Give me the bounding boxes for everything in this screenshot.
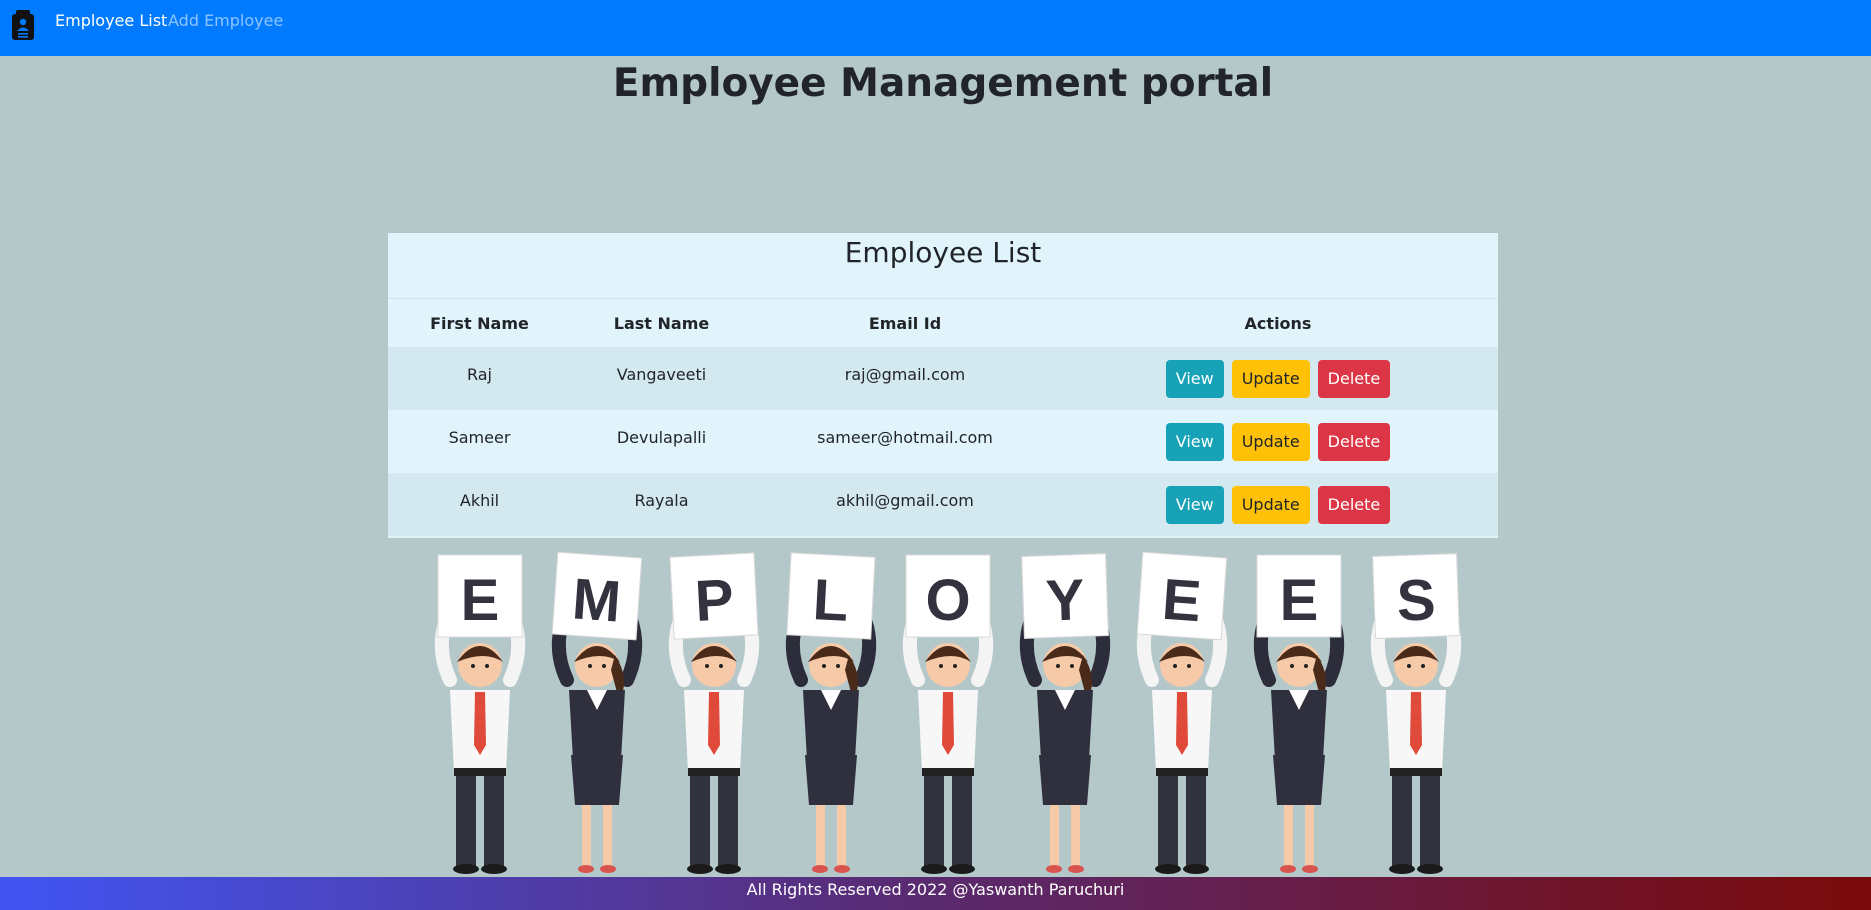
person-holding-letter-1: E [434, 554, 526, 874]
person-holding-letter-6: Y [1019, 553, 1111, 873]
person-holding-letter-4: L [785, 552, 877, 873]
employee-table: First Name Last Name Email Id Actions Ra… [388, 299, 1498, 536]
view-button[interactable]: View [1165, 359, 1224, 398]
person-holding-letter-8: E [1253, 554, 1345, 873]
update-button[interactable]: Update [1231, 422, 1310, 461]
footer: All Rights Reserved 2022 @Yaswanth Paruc… [0, 877, 1871, 910]
person-holding-letter-5: O [902, 554, 994, 874]
last-name-cell: Rayala [634, 491, 689, 510]
letter-card-text: E [1160, 567, 1203, 635]
person-holding-letter-9: S [1370, 553, 1462, 874]
actions-cell: View Update Delete [1058, 347, 1498, 410]
actions-cell: View Update Delete [1058, 473, 1498, 536]
first-name-cell: Akhil [459, 491, 500, 510]
letter-card-text: E [461, 568, 500, 633]
actions-cell: View Update Delete [1058, 410, 1498, 473]
first-name-cell: Sameer [448, 428, 511, 447]
column-header-last-name: Last Name [613, 313, 710, 333]
delete-button[interactable]: Delete [1317, 422, 1391, 461]
view-button[interactable]: View [1165, 485, 1224, 524]
letter-card-text: S [1396, 567, 1437, 633]
table-row: Akhil Rayala akhil@gmail.com View Update D… [388, 473, 1498, 536]
letter-card-text: P [693, 567, 735, 634]
email-cell: akhil@gmail.com [836, 491, 974, 510]
column-header-email: Email Id [868, 313, 942, 333]
employee-list-card: Employee List First Name Last Name Email… [388, 233, 1498, 538]
nav-add-employee[interactable]: Add Employee [168, 11, 283, 30]
letter-card-text: M [570, 566, 623, 634]
delete-button[interactable]: Delete [1317, 485, 1391, 524]
employees-illustration: EMPLOYEES [434, 551, 1462, 874]
update-button[interactable]: Update [1231, 485, 1310, 524]
person-holding-letter-2: M [551, 551, 643, 873]
last-name-cell: Vangaveeti [616, 365, 707, 384]
first-name-cell: Raj [466, 365, 492, 384]
table-row: Sameer Devulapalli sameer@hotmail.com Vi… [388, 410, 1498, 473]
navbar: Employee List Add Employee [0, 0, 1871, 56]
update-button[interactable]: Update [1231, 359, 1310, 398]
nav-employee-list[interactable]: Employee List [55, 11, 167, 30]
delete-button[interactable]: Delete [1317, 359, 1391, 398]
email-cell: raj@gmail.com [844, 365, 966, 384]
letter-card-text: L [811, 567, 850, 634]
card-title: Employee List [388, 233, 1498, 299]
table-header-row: First Name Last Name Email Id Actions [388, 299, 1498, 347]
person-holding-letter-7: E [1136, 551, 1228, 874]
letter-card-text: Y [1045, 567, 1086, 633]
badge-icon[interactable] [12, 10, 34, 40]
table-row: Raj Vangaveeti raj@gmail.com View Update D… [388, 347, 1498, 410]
person-holding-letter-3: P [668, 552, 760, 874]
page-title: Employee Management portal [612, 61, 1274, 106]
email-cell: sameer@hotmail.com [817, 428, 993, 447]
column-header-actions: Actions [1244, 313, 1312, 333]
letter-card-text: E [1280, 568, 1319, 633]
column-header-first-name: First Name [430, 313, 529, 333]
letter-card-text: O [925, 568, 970, 633]
view-button[interactable]: View [1165, 422, 1224, 461]
last-name-cell: Devulapalli [616, 428, 707, 447]
